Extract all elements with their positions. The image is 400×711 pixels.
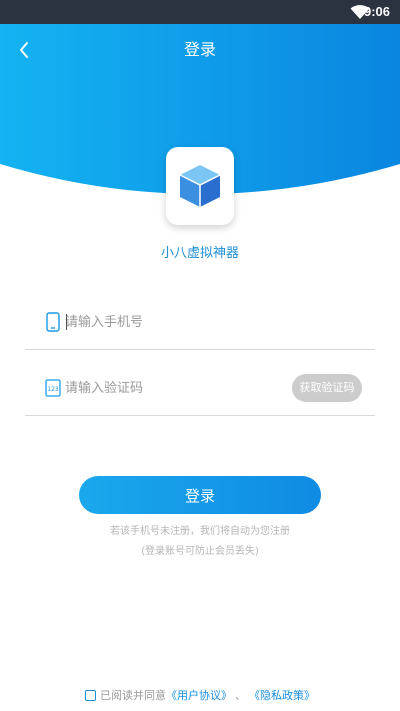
user-agreement-link[interactable]: 《用户协议》 <box>166 687 232 703</box>
phone-input[interactable] <box>65 310 285 334</box>
code-icon: 123 <box>45 377 61 399</box>
status-time: 9:06 <box>363 4 390 19</box>
member-hint: (登录账号可防止会员丢失) <box>141 546 259 557</box>
svg-text:123: 123 <box>47 386 59 393</box>
login-button[interactable]: 登录 <box>79 476 321 514</box>
code-input[interactable] <box>65 376 285 400</box>
phone-field <box>25 300 375 350</box>
page-title: 登录 <box>183 40 216 59</box>
phone-icon <box>45 311 61 333</box>
agreement-checkbox[interactable] <box>85 689 96 701</box>
status-bar: 9:06 <box>0 0 400 24</box>
app-logo <box>166 147 234 225</box>
cube-icon <box>179 165 221 207</box>
agreement-prefix: 已阅读并同意 <box>100 689 166 702</box>
agreement-separator: 、 <box>235 689 246 702</box>
text-caret <box>66 314 67 330</box>
app-name: 小八虚拟神器 <box>160 246 239 261</box>
agreement-row: 已阅读并同意 《用户协议》 、 《隐私政策》 <box>0 686 400 704</box>
register-hint: 若该手机号未注册，我们将自动为您注册 <box>110 526 290 537</box>
get-code-button[interactable]: 获取验证码 <box>292 374 362 402</box>
privacy-policy-link[interactable]: 《隐私政策》 <box>249 687 315 703</box>
code-field: 123 获取验证码 <box>25 366 375 416</box>
